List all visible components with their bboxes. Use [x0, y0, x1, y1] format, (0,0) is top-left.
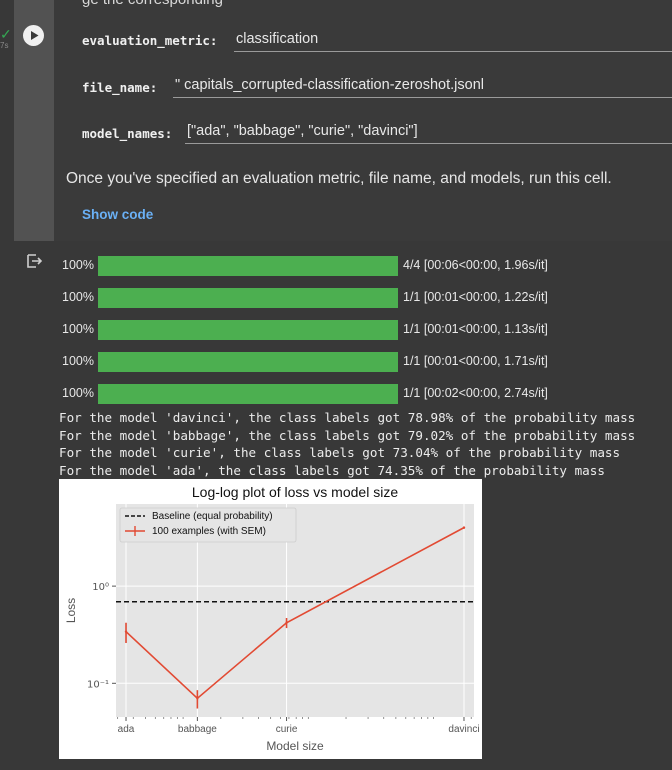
executed-check-icon: ✓ — [0, 26, 12, 42]
progress-percent: 100% — [62, 290, 94, 304]
progress-bar-fill — [98, 384, 398, 404]
cell-instruction: Once you've specified an evaluation metr… — [66, 170, 612, 187]
show-code-link[interactable]: Show code — [82, 207, 153, 222]
data-point — [196, 697, 199, 700]
y-tick-label: 10⁻¹ — [87, 679, 109, 690]
progress-percent: 100% — [62, 322, 94, 336]
legend-baseline-label: Baseline (equal probability) — [152, 511, 273, 522]
progress-percent: 100% — [62, 258, 94, 272]
file-name-field[interactable]: " capitals_corrupted-classification-zero… — [173, 75, 672, 98]
progress-bar — [98, 320, 398, 340]
loss-chart-svg: ada babbage curie davinci 10⁰ 10⁻¹ Log-log plo… — [64, 484, 480, 753]
file-name-label: file_name: — [82, 80, 158, 95]
x-tick-label: ada — [118, 724, 135, 735]
evaluation-metric-label: evaluation_metric: — [82, 33, 218, 48]
progress-bar-fill — [98, 288, 398, 308]
progress-row: 100% 1/1 [00:02<00:00, 2.74s/it] — [0, 384, 672, 404]
progress-row: 100% 1/1 [00:01<00:00, 1.13s/it] — [0, 320, 672, 340]
x-axis-label: Model size — [266, 739, 324, 753]
progress-bar-fill — [98, 320, 398, 340]
x-tick-label: davinci — [448, 724, 479, 735]
y-axis-label: Loss — [64, 598, 78, 623]
progress-bar-fill — [98, 256, 398, 276]
progress-stat: 1/1 [00:02<00:00, 2.74s/it] — [403, 386, 548, 400]
chart-title: Log-log plot of loss vs model size — [192, 484, 398, 500]
progress-percent: 100% — [62, 354, 94, 368]
progress-stat: 1/1 [00:01<00:00, 1.13s/it] — [403, 322, 548, 336]
progress-row: 100% 4/4 [00:06<00:00, 1.96s/it] — [0, 256, 672, 276]
model-names-label: model_names: — [82, 126, 173, 141]
model-names-field[interactable]: ["ada", "babbage", "curie", "davinci"] — [185, 121, 672, 144]
data-point — [285, 621, 288, 624]
x-tick-label: babbage — [178, 724, 217, 735]
loss-plot: ada babbage curie davinci 10⁰ 10⁻¹ Log-log plo… — [59, 479, 482, 759]
progress-bar-fill — [98, 352, 398, 372]
run-cell-button[interactable] — [23, 25, 44, 46]
progress-bar — [98, 288, 398, 308]
output-line: For the model 'davinci', the class label… — [59, 410, 636, 425]
progress-bar — [98, 256, 398, 276]
output-line: For the model 'babbage', the class label… — [59, 427, 636, 443]
progress-stat: 1/1 [00:01<00:00, 1.22s/it] — [403, 290, 548, 304]
output-line: For the model 'curie', the class labels … — [59, 445, 621, 460]
cell-top-text: ge the corresponding — [82, 0, 223, 8]
data-point — [124, 630, 128, 633]
play-icon — [31, 31, 39, 40]
progress-bar — [98, 384, 398, 404]
progress-bar — [98, 352, 398, 372]
output-line: For the model 'ada', the class labels go… — [59, 462, 605, 478]
y-tick-label: 10⁰ — [92, 582, 109, 593]
progress-row: 100% 1/1 [00:01<00:00, 1.22s/it] — [0, 288, 672, 308]
progress-stat: 4/4 [00:06<00:00, 1.96s/it] — [403, 258, 548, 272]
legend-series-label: 100 examples (with SEM) — [152, 526, 266, 537]
progress-stat: 1/1 [00:01<00:00, 1.71s/it] — [403, 354, 548, 368]
x-tick-label: curie — [276, 724, 298, 735]
progress-percent: 100% — [62, 386, 94, 400]
progress-row: 100% 1/1 [00:01<00:00, 1.71s/it] — [0, 352, 672, 372]
execution-time: 7s — [0, 41, 9, 50]
data-point — [462, 526, 466, 529]
evaluation-metric-field[interactable]: classification — [234, 29, 672, 52]
